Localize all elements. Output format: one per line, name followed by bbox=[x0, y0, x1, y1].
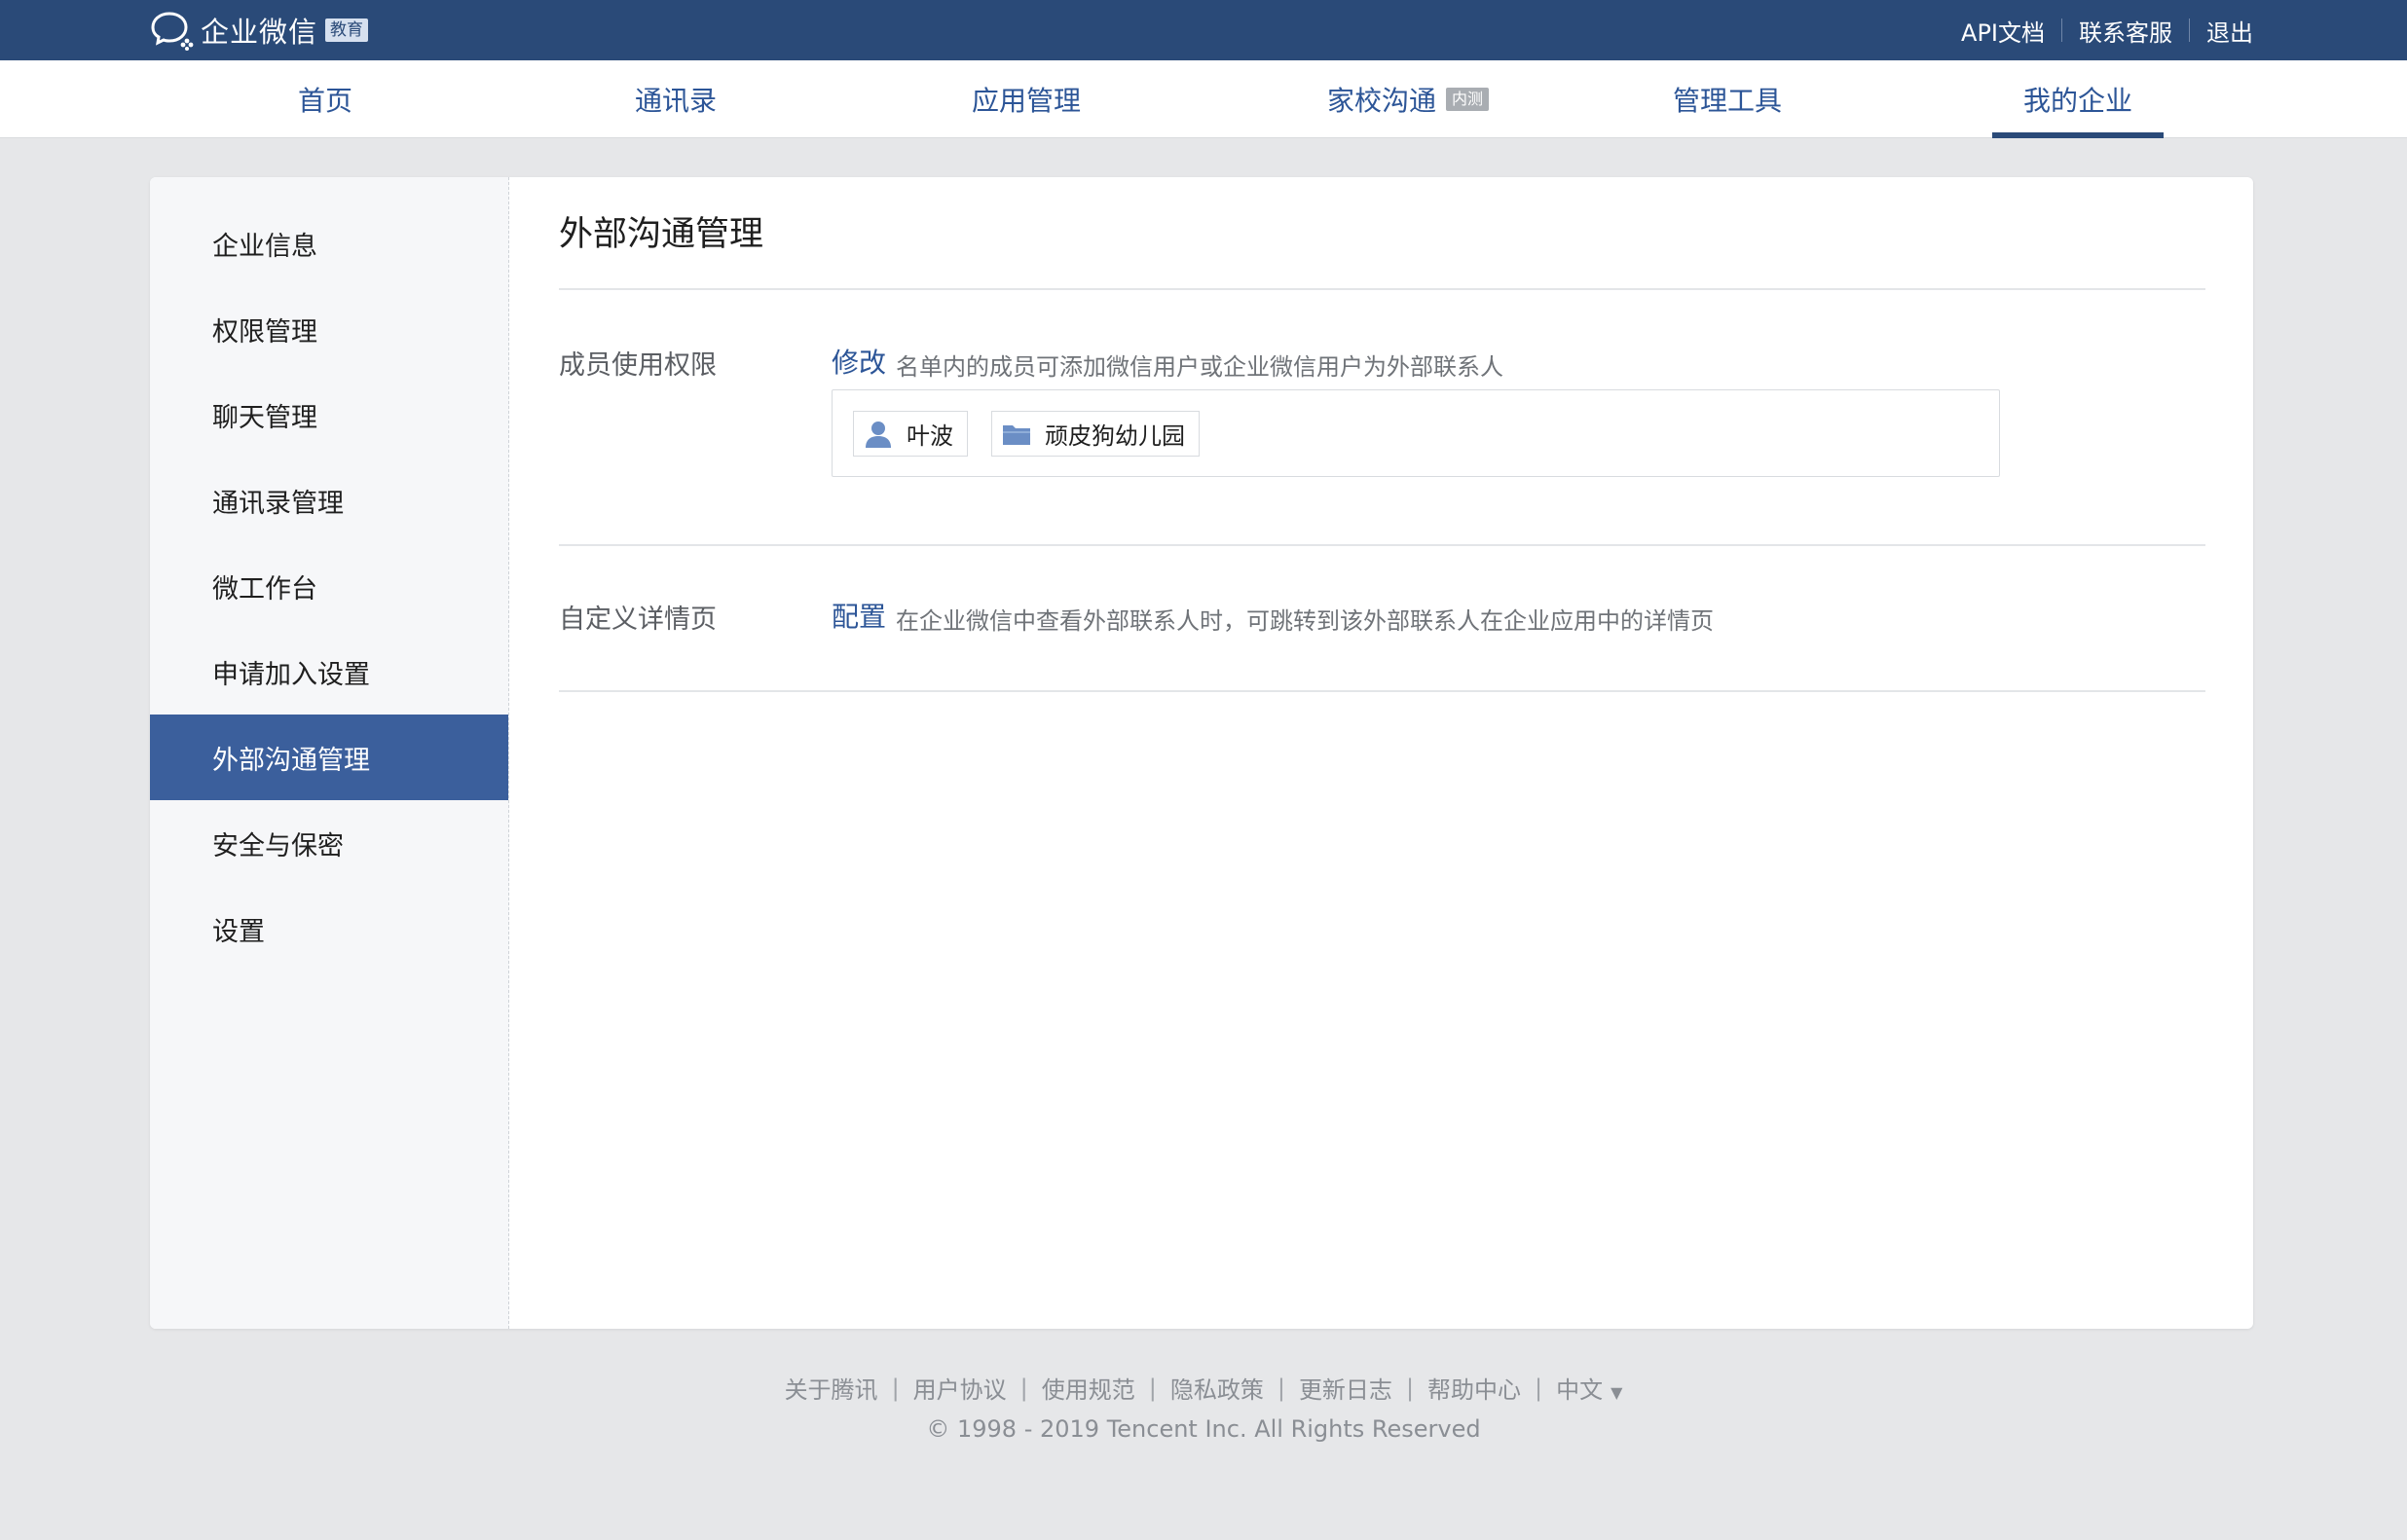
tab-label: 管理工具 bbox=[1672, 85, 1782, 117]
api-docs-link[interactable]: API文档 bbox=[1961, 14, 2045, 48]
footer-divider: | bbox=[1148, 1374, 1157, 1402]
person-icon bbox=[866, 421, 891, 448]
sidebar-item-contacts-management[interactable]: 通讯录管理 bbox=[150, 458, 508, 543]
footer-link-help[interactable]: 帮助中心 bbox=[1427, 1371, 1521, 1405]
footer-link-changelog[interactable]: 更新日志 bbox=[1299, 1371, 1392, 1405]
sidebar: 企业信息 权限管理 聊天管理 通讯录管理 微工作台 申请加入设置 外部沟通管理 … bbox=[150, 177, 509, 1329]
tab-my-enterprise[interactable]: 我的企业 bbox=[1992, 60, 2164, 138]
divider bbox=[559, 288, 2205, 290]
member-permission-description: 名单内的成员可添加微信用户或企业微信用户为外部联系人 bbox=[896, 353, 1503, 381]
footer-divider: | bbox=[891, 1374, 900, 1402]
member-permission-label: 成员使用权限 bbox=[559, 350, 717, 381]
folder-icon bbox=[1003, 424, 1030, 445]
tab-home-school[interactable]: 家校沟通 内测 bbox=[1301, 60, 1515, 138]
header-divider bbox=[2061, 18, 2062, 42]
divider bbox=[559, 690, 2205, 692]
sidebar-item-settings[interactable]: 设置 bbox=[150, 886, 508, 972]
wecom-logo-icon bbox=[151, 12, 194, 51]
sidebar-item-label: 聊天管理 bbox=[212, 402, 317, 433]
tab-home[interactable]: 首页 bbox=[240, 60, 411, 138]
footer-divider: | bbox=[1535, 1374, 1543, 1402]
configure-link[interactable]: 配置 bbox=[832, 596, 886, 635]
sidebar-item-label: 申请加入设置 bbox=[212, 659, 370, 690]
logout-link[interactable]: 退出 bbox=[2206, 14, 2253, 48]
member-chip: 叶波 bbox=[853, 411, 968, 457]
sidebar-item-workbench[interactable]: 微工作台 bbox=[150, 543, 508, 629]
main-content: 外部沟通管理 成员使用权限 修改 名单内的成员可添加微信用户或企业微信用户为外部… bbox=[559, 177, 2205, 1329]
divider bbox=[559, 544, 2205, 546]
tab-contacts[interactable]: 通讯录 bbox=[590, 60, 761, 138]
tab-app-management[interactable]: 应用管理 bbox=[941, 60, 1112, 138]
footer-links: 关于腾讯 | 用户协议 | 使用规范 | 隐私政策 | 更新日志 | 帮助中心 … bbox=[0, 1371, 2407, 1405]
footer-link-usage-rules[interactable]: 使用规范 bbox=[1042, 1371, 1135, 1405]
language-label: 中文 bbox=[1556, 1376, 1604, 1404]
contact-support-link[interactable]: 联系客服 bbox=[2079, 14, 2172, 48]
main-nav: 首页 通讯录 应用管理 家校沟通 内测 管理工具 我的企业 bbox=[0, 60, 2407, 138]
custom-detail-label: 自定义详情页 bbox=[559, 605, 717, 635]
sidebar-item-label: 设置 bbox=[212, 916, 265, 947]
modify-link[interactable]: 修改 bbox=[832, 342, 886, 381]
sidebar-item-enterprise-info[interactable]: 企业信息 bbox=[150, 201, 508, 286]
top-bar: 企业微信 教育 API文档 联系客服 退出 bbox=[0, 0, 2407, 60]
tab-label: 家校沟通 bbox=[1326, 85, 1436, 117]
brand-edition-badge: 教育 bbox=[325, 18, 369, 42]
footer-divider: | bbox=[1019, 1374, 1028, 1402]
caret-down-icon: ▼ bbox=[1611, 1383, 1623, 1402]
custom-detail-description: 在企业微信中查看外部联系人时，可跳转到该外部联系人在企业应用中的详情页 bbox=[896, 607, 1714, 635]
sidebar-item-label: 通讯录管理 bbox=[212, 488, 344, 519]
brand-name: 企业微信 bbox=[201, 16, 318, 49]
beta-badge: 内测 bbox=[1446, 88, 1490, 111]
tab-label: 应用管理 bbox=[971, 85, 1081, 117]
tab-label: 我的企业 bbox=[2022, 85, 2132, 117]
tab-label: 通讯录 bbox=[634, 85, 717, 117]
sidebar-item-label: 外部沟通管理 bbox=[212, 745, 370, 776]
member-name: 叶波 bbox=[907, 422, 953, 450]
department-chip: 顽皮狗幼儿园 bbox=[991, 411, 1200, 457]
sidebar-item-label: 微工作台 bbox=[212, 573, 317, 605]
sidebar-item-join-settings[interactable]: 申请加入设置 bbox=[150, 629, 508, 715]
department-name: 顽皮狗幼儿园 bbox=[1045, 422, 1185, 450]
sidebar-item-permissions[interactable]: 权限管理 bbox=[150, 286, 508, 372]
header-links: API文档 联系客服 退出 bbox=[1961, 0, 2253, 60]
footer-link-about[interactable]: 关于腾讯 bbox=[785, 1371, 878, 1405]
tab-label: 首页 bbox=[297, 85, 352, 117]
sidebar-item-chat-management[interactable]: 聊天管理 bbox=[150, 372, 508, 458]
member-list: 叶波 顽皮狗幼儿园 bbox=[832, 389, 2000, 477]
sidebar-item-label: 安全与保密 bbox=[212, 830, 344, 862]
sidebar-item-label: 权限管理 bbox=[212, 316, 317, 348]
tab-management-tools[interactable]: 管理工具 bbox=[1642, 60, 1813, 138]
footer-link-privacy[interactable]: 隐私政策 bbox=[1170, 1371, 1264, 1405]
brand[interactable]: 企业微信 教育 bbox=[150, 8, 369, 53]
header-divider bbox=[2189, 18, 2190, 42]
page-title: 外部沟通管理 bbox=[559, 215, 764, 254]
footer-link-user-agreement[interactable]: 用户协议 bbox=[913, 1371, 1007, 1405]
sidebar-item-security[interactable]: 安全与保密 bbox=[150, 800, 508, 886]
copyright: © 1998 - 2019 Tencent Inc. All Rights Re… bbox=[926, 1415, 1481, 1443]
sidebar-item-external-communication[interactable]: 外部沟通管理 bbox=[150, 715, 508, 800]
language-selector[interactable]: 中文 ▼ bbox=[1556, 1371, 1622, 1405]
footer-divider: | bbox=[1277, 1374, 1285, 1402]
sidebar-item-label: 企业信息 bbox=[212, 231, 317, 262]
footer-divider: | bbox=[1405, 1374, 1415, 1402]
settings-card: 企业信息 权限管理 聊天管理 通讯录管理 微工作台 申请加入设置 外部沟通管理 … bbox=[150, 177, 2253, 1329]
